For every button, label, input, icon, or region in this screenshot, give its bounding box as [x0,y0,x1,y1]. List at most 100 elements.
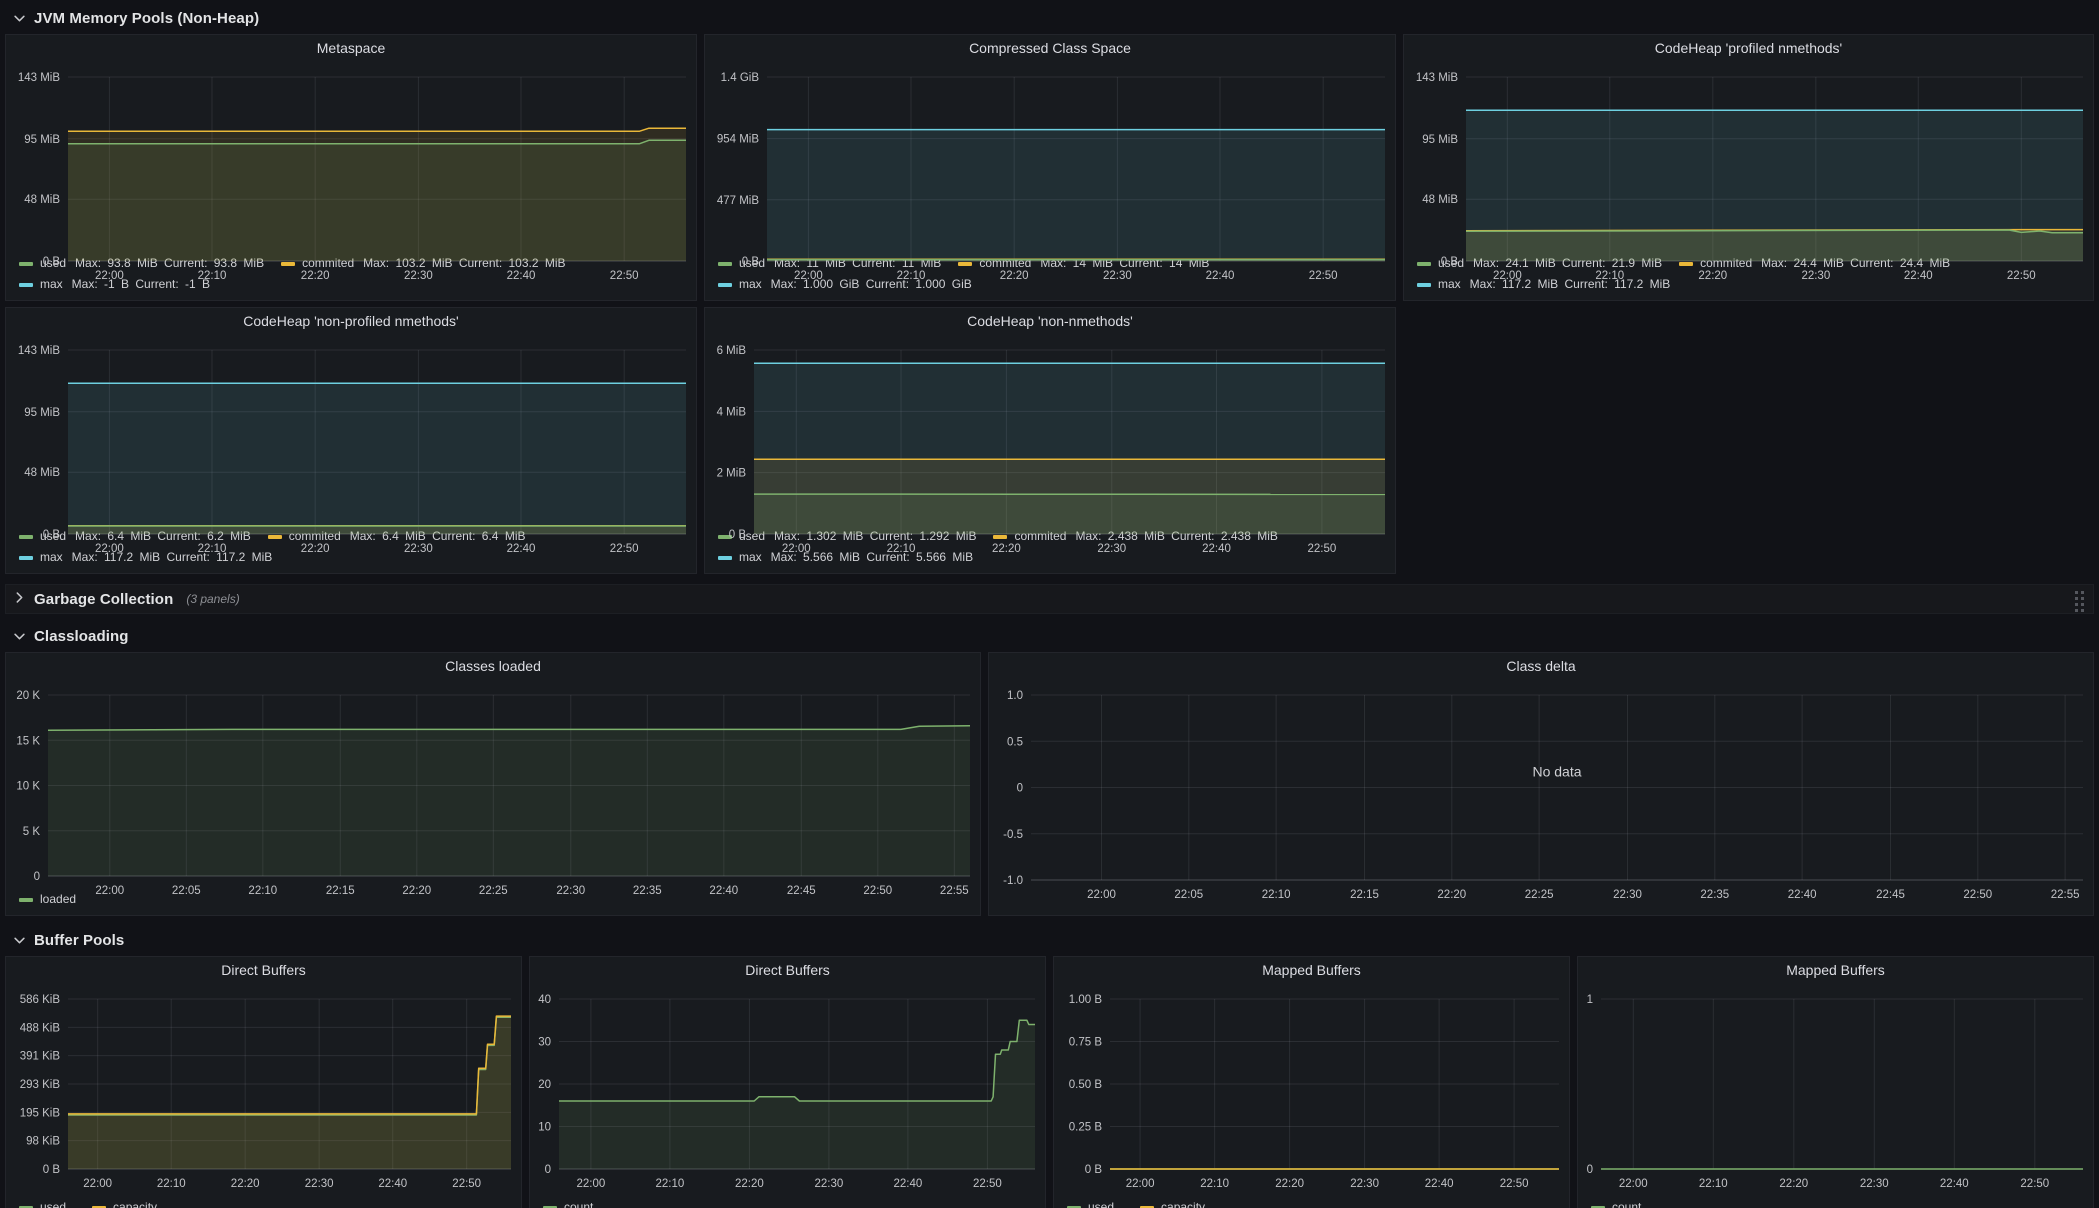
x-axis-label: 22:30 [1860,1178,1889,1190]
chart-direct-buffers-1[interactable]: 01020304022:0022:1022:2022:3022:4022:50 [530,983,1045,1195]
x-axis-label: 22:40 [1940,1178,1969,1190]
x-axis-label: 22:10 [1699,1178,1728,1190]
panel-title[interactable]: CodeHeap 'profiled nmethods' [1404,35,2093,61]
chart-svg[interactable]: 05 K10 K15 K20 K22:0022:0522:1022:1522:2… [6,679,980,902]
chart-svg[interactable]: 0 B477 MiB954 MiB1.4 GiB22:0022:1022:202… [705,61,1395,287]
chart-svg[interactable]: 0 B2 MiB4 MiB6 MiB22:0022:1022:2022:3022… [705,334,1395,560]
chart-svg[interactable]: -1.0-0.500.51.022:0022:0522:1022:1522:20… [989,679,2093,906]
row-drag-handle-icon[interactable] [2075,591,2084,612]
section-title: Classloading [34,628,129,645]
series-fill-used [68,526,686,534]
y-axis-label: 586 KiB [20,994,61,1006]
x-axis-label: 22:10 [1595,270,1624,282]
chart-svg[interactable]: 0 B48 MiB95 MiB143 MiB22:0022:1022:2022:… [1404,61,2093,287]
chart-mapped-buffers-2[interactable]: 0 B0.25 B0.50 B0.75 B1.00 B22:0022:1022:… [1054,983,1569,1195]
legend: count [1578,1195,2093,1208]
legend-series-name: capacity [113,1198,157,1208]
panel-title[interactable]: Direct Buffers [6,957,521,983]
chart-svg[interactable]: 0 B98 KiB195 KiB293 KiB391 KiB488 KiB586… [6,983,521,1195]
x-axis-label: 22:40 [1425,1178,1454,1190]
x-axis-label: 22:00 [1493,270,1522,282]
y-axis-label: 20 K [16,690,40,702]
legend: used capacity [1054,1195,1569,1208]
legend-item-capacity[interactable]: capacity [1140,1198,1214,1208]
legend-series-name: used [1088,1198,1114,1208]
panel-title[interactable]: Class delta [989,653,2093,679]
x-axis-label: 22:20 [1779,1178,1808,1190]
x-axis-label: 22:50 [2007,270,2036,282]
chart-codeheap-profiled-nmethods-2[interactable]: 0 B48 MiB95 MiB143 MiB22:0022:1022:2022:… [1404,61,2093,251]
chart-class-delta-1[interactable]: -1.0-0.500.51.022:0022:0522:1022:1522:20… [989,679,2093,906]
y-axis-label: -0.5 [1003,829,1023,841]
panel-grid-classloading: Classes loaded05 K10 K15 K20 K22:0022:05… [5,652,2094,916]
x-axis-label: 22:20 [301,270,330,282]
panel-title[interactable]: CodeHeap 'non-nmethods' [705,308,1395,334]
y-axis-label: 1.4 GiB [721,72,760,84]
x-axis-label: 22:20 [1275,1178,1304,1190]
x-axis-label: 22:05 [1174,889,1203,901]
panel-mapped-buffers-2: Mapped Buffers0 B0.25 B0.50 B0.75 B1.00 … [1053,956,1570,1208]
legend-series-name: capacity [1161,1198,1205,1208]
panel-title[interactable]: Mapped Buffers [1054,957,1569,983]
x-axis-label: 22:50 [610,543,639,555]
y-axis-label: 95 MiB [1422,134,1458,146]
no-data-message: No data [1532,763,1581,779]
panel-title[interactable]: Metaspace [6,35,696,61]
chart-mapped-buffers-3[interactable]: 0122:0022:1022:2022:3022:4022:50 [1578,983,2093,1195]
x-axis-label: 22:20 [1698,270,1727,282]
y-axis-label: 6 MiB [717,345,747,357]
panel-compressed-class-space-1: Compressed Class Space0 B477 MiB954 MiB1… [704,34,1396,301]
legend-item-count[interactable]: count [1591,1198,1650,1208]
panel-title[interactable]: Compressed Class Space [705,35,1395,61]
chart-svg[interactable]: 0122:0022:1022:2022:3022:4022:50 [1578,983,2093,1195]
y-axis-label: 0 [34,871,40,883]
panel-class-delta-1: Class delta-1.0-0.500.51.022:0022:0522:1… [988,652,2094,916]
x-axis-label: 22:00 [1126,1178,1155,1190]
section-header-garbage-collection[interactable]: Garbage Collection(3 panels) [5,584,2094,614]
section-header-classloading[interactable]: Classloading [5,622,2094,650]
y-axis-label: 30 [538,1037,551,1049]
chart-svg[interactable]: 0 B48 MiB95 MiB143 MiB22:0022:1022:2022:… [6,334,696,560]
x-axis-label: 22:00 [95,270,124,282]
chart-codeheap-non-profiled-nmethods-3[interactable]: 0 B48 MiB95 MiB143 MiB22:0022:1022:2022:… [6,334,696,524]
legend-item-count[interactable]: count [543,1198,602,1208]
section-header-buffer-pools[interactable]: Buffer Pools [5,926,2094,954]
chart-codeheap-non-nmethods-4[interactable]: 0 B2 MiB4 MiB6 MiB22:0022:1022:2022:3022… [705,334,1395,524]
x-axis-label: 22:30 [1103,270,1132,282]
chart-compressed-class-space-1[interactable]: 0 B477 MiB954 MiB1.4 GiB22:0022:1022:202… [705,61,1395,251]
section-chevron-icon [13,935,25,946]
series-line-commited [68,128,686,131]
chart-classes-loaded-0[interactable]: 05 K10 K15 K20 K22:0022:0522:1022:1522:2… [6,679,980,887]
legend-item-capacity[interactable]: capacity [92,1198,166,1208]
panel-title[interactable]: CodeHeap 'non-profiled nmethods' [6,308,696,334]
panel-title[interactable]: Classes loaded [6,653,980,679]
x-axis-label: 22:10 [897,270,926,282]
legend-item-used[interactable]: used [19,1198,75,1208]
y-axis-label: 0 B [1441,256,1459,268]
x-axis-label: 22:55 [2051,889,2080,901]
section-title: Buffer Pools [34,932,124,949]
x-axis-label: 22:40 [1202,543,1231,555]
x-axis-label: 22:55 [940,885,969,897]
y-axis-label: 0 B [43,1164,61,1176]
panel-title[interactable]: Mapped Buffers [1578,957,2093,983]
section-header-jvm-memory-pools-non-heap[interactable]: JVM Memory Pools (Non-Heap) [5,4,2094,32]
chart-svg[interactable]: 0 B0.25 B0.50 B0.75 B1.00 B22:0022:1022:… [1054,983,1569,1195]
x-axis-label: 22:10 [157,1178,186,1190]
x-axis-label: 22:30 [305,1178,334,1190]
grafana-dashboard: JVM Memory Pools (Non-Heap)Metaspace0 B4… [0,0,2099,1208]
chart-direct-buffers-0[interactable]: 0 B98 KiB195 KiB293 KiB391 KiB488 KiB586… [6,983,521,1195]
x-axis-label: 22:40 [709,885,738,897]
x-axis-label: 22:20 [231,1178,260,1190]
chart-metaspace-0[interactable]: 0 B48 MiB95 MiB143 MiB22:0022:1022:2022:… [6,61,696,251]
panel-title[interactable]: Direct Buffers [530,957,1045,983]
legend-item-used[interactable]: used [1067,1198,1123,1208]
x-axis-label: 22:25 [1525,889,1554,901]
chart-svg[interactable]: 0 B48 MiB95 MiB143 MiB22:0022:1022:2022:… [6,61,696,287]
legend-series-name: used [40,1198,66,1208]
x-axis-label: 22:50 [452,1178,481,1190]
chart-svg[interactable]: 01020304022:0022:1022:2022:3022:4022:50 [530,983,1045,1195]
section-title: Garbage Collection [34,591,173,608]
x-axis-label: 22:40 [378,1178,407,1190]
x-axis-label: 22:50 [610,270,639,282]
